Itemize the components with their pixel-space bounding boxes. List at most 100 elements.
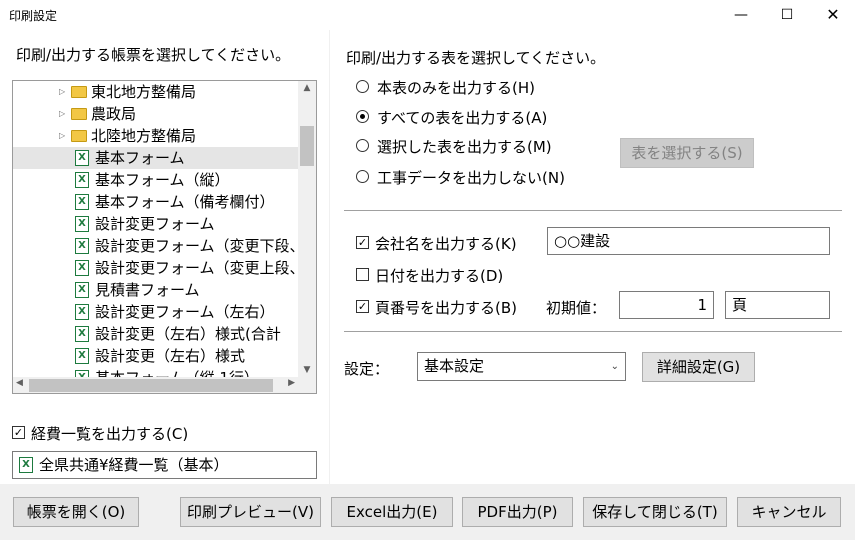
radio-selected-tables[interactable]: 選択した表を出力する(M) xyxy=(356,136,552,157)
radio-label: 工事データを出力しない(N) xyxy=(377,169,565,187)
date-checkbox[interactable]: 日付を出力する(D) xyxy=(356,265,503,286)
excel-file-icon: X xyxy=(75,325,89,342)
excel-file-icon: X xyxy=(75,259,89,276)
detail-settings-button[interactable]: 詳細設定(G) xyxy=(642,352,755,382)
scroll-thumb[interactable] xyxy=(300,126,314,166)
excel-export-button[interactable]: Excel出力(E) xyxy=(331,497,453,527)
excel-file-icon: X xyxy=(75,193,89,210)
print-preview-button[interactable]: 印刷プレビュー(V) xyxy=(180,497,321,527)
tree-file-item[interactable]: X 基本フォーム xyxy=(13,147,298,169)
scroll-left-icon[interactable]: ◀ xyxy=(16,378,23,388)
tree-item-label: 農政局 xyxy=(91,105,137,123)
settings-select[interactable]: 基本設定 ⌄ xyxy=(417,352,626,381)
excel-file-icon: X xyxy=(75,149,89,166)
tree-file-item[interactable]: X 設計変更フォーム（変更上段、 xyxy=(13,257,305,279)
section-divider xyxy=(344,210,842,211)
tree-item-label: 見積書フォーム xyxy=(95,281,200,299)
excel-file-icon: X xyxy=(75,303,89,320)
minimize-button[interactable]: — xyxy=(718,0,764,30)
window-title: 印刷設定 xyxy=(9,9,58,23)
radio-icon[interactable] xyxy=(356,139,369,152)
initial-value-label: 初期値： xyxy=(546,299,607,317)
radio-all-tables[interactable]: すべての表を出力する(A) xyxy=(356,107,547,128)
pdf-export-button[interactable]: PDF出力(P) xyxy=(462,497,573,527)
page-suffix-input[interactable]: 頁 xyxy=(725,291,830,319)
radio-label: 本表のみを出力する(H) xyxy=(377,79,535,97)
expand-arrow-icon[interactable]: ▷ xyxy=(59,103,71,125)
checkbox-icon[interactable]: ✓ xyxy=(356,300,369,313)
maximize-button[interactable]: ☐ xyxy=(764,0,810,30)
settings-label: 設定： xyxy=(344,360,390,378)
expand-arrow-icon[interactable]: ▷ xyxy=(59,125,71,147)
radio-label: 選択した表を出力する(M) xyxy=(377,138,552,156)
excel-file-icon: X xyxy=(75,281,89,298)
radio-label: すべての表を出力する(A) xyxy=(377,109,548,127)
initial-page-input[interactable]: 1 xyxy=(619,291,714,319)
save-and-close-button[interactable]: 保存して閉じる(T) xyxy=(583,497,727,527)
company-name-checkbox[interactable]: ✓ 会社名を出力する(K) xyxy=(356,233,517,254)
tree-folder-item[interactable]: ▷ 北陸地方整備局 xyxy=(13,125,196,147)
tree-item-label: 基本フォーム（縦） xyxy=(95,171,230,189)
expense-list-field[interactable]: X 全県共通¥経費一覧（基本） xyxy=(12,451,317,479)
tree-file-item[interactable]: X 設計変更フォーム（変更下段、 xyxy=(13,235,305,257)
expense-checkbox[interactable]: ✓ 経費一覧を出力する(C) xyxy=(12,423,188,444)
tree-item-label: 設計変更フォーム（変更上段、 xyxy=(95,259,305,277)
radio-icon[interactable] xyxy=(356,170,369,183)
tree-item-label: 北陸地方整備局 xyxy=(91,127,197,145)
excel-file-icon: X xyxy=(75,171,89,188)
expand-arrow-icon[interactable]: ▷ xyxy=(59,81,71,103)
tree-file-item[interactable]: X 設計変更フォーム（左右） xyxy=(13,301,275,323)
tree-item-label: 設計変更フォーム xyxy=(95,215,215,233)
scroll-down-icon[interactable]: ▼ xyxy=(298,365,316,375)
tree-vertical-scrollbar[interactable]: ▲ ▼ xyxy=(298,81,316,377)
tree-item-label: 基本フォーム（備考欄付） xyxy=(95,193,275,211)
tree-folder-item[interactable]: ▷ 東北地方整備局 xyxy=(13,81,196,103)
tree-file-item[interactable]: X 見積書フォーム xyxy=(13,279,200,301)
tree-file-item[interactable]: X 設計変更（左右）様式 xyxy=(13,345,245,367)
open-report-button[interactable]: 帳票を開く(O) xyxy=(13,497,139,527)
radio-no-construction-data[interactable]: 工事データを出力しない(N) xyxy=(356,167,565,188)
panel-divider xyxy=(329,30,330,485)
tree-horizontal-scrollbar[interactable]: ◀ ▶ xyxy=(13,377,298,393)
date-checkbox-label: 日付を出力する(D) xyxy=(375,267,504,285)
tree-file-item[interactable]: X 設計変更フォーム xyxy=(13,213,215,235)
tree-file-item[interactable]: X 基本フォーム（縦） xyxy=(13,169,230,191)
chevron-down-icon[interactable]: ⌄ xyxy=(611,353,619,380)
excel-file-icon: X xyxy=(19,456,33,473)
title-bar: 印刷設定 — ☐ ✕ xyxy=(0,0,855,30)
page-checkbox-label: 頁番号を出力する(B) xyxy=(375,299,517,317)
scroll-corner xyxy=(298,377,316,393)
checkbox-icon[interactable] xyxy=(356,268,369,281)
folder-icon xyxy=(71,85,87,98)
close-button[interactable]: ✕ xyxy=(810,0,855,30)
company-checkbox-label: 会社名を出力する(K) xyxy=(375,235,517,253)
select-tables-button[interactable]: 表を選択する(S) xyxy=(620,138,754,168)
radio-selected-icon[interactable] xyxy=(356,110,369,123)
company-name-input[interactable]: ○○建設 xyxy=(547,227,830,255)
expense-checkbox-label: 経費一覧を出力する(C) xyxy=(31,425,189,443)
cancel-button[interactable]: キャンセル xyxy=(737,497,841,527)
tree-file-item[interactable]: X 基本フォーム（備考欄付） xyxy=(13,191,275,213)
tree-item-label: 設計変更フォーム（変更下段、 xyxy=(95,237,305,255)
radio-main-table-only[interactable]: 本表のみを出力する(H) xyxy=(356,77,535,98)
scroll-thumb-horizontal[interactable] xyxy=(29,379,273,392)
report-tree[interactable]: ▷ 東北地方整備局 ▷ 農政局 ▷ 北陸地方整備局 X 基本フォーム X 基本フォーム（縦） X 基本… xyxy=(12,80,317,394)
settings-select-value: 基本設定 xyxy=(424,357,485,375)
tree-folder-item[interactable]: ▷ 農政局 xyxy=(13,103,136,125)
scroll-up-icon[interactable]: ▲ xyxy=(298,83,316,93)
tree-item-label: 設計変更フォーム（左右） xyxy=(95,303,275,321)
folder-icon xyxy=(71,107,87,120)
excel-file-icon: X xyxy=(75,347,89,364)
scroll-right-icon[interactable]: ▶ xyxy=(288,378,295,388)
excel-file-icon: X xyxy=(75,215,89,232)
checkbox-icon[interactable]: ✓ xyxy=(356,236,369,249)
page-number-checkbox[interactable]: ✓ 頁番号を出力する(B) xyxy=(356,297,517,318)
tree-item-label: 設計変更（左右）様式(合計 xyxy=(95,325,281,343)
checkbox-icon[interactable]: ✓ xyxy=(12,426,25,439)
radio-icon[interactable] xyxy=(356,80,369,93)
report-select-heading: 印刷/出力する帳票を選択してください。 xyxy=(16,46,291,64)
expense-list-value: 全県共通¥経費一覧（基本） xyxy=(39,456,229,474)
folder-icon xyxy=(71,129,87,142)
tree-file-item[interactable]: X 設計変更（左右）様式(合計 xyxy=(13,323,281,345)
tree-item-label: 基本フォーム xyxy=(95,149,185,167)
